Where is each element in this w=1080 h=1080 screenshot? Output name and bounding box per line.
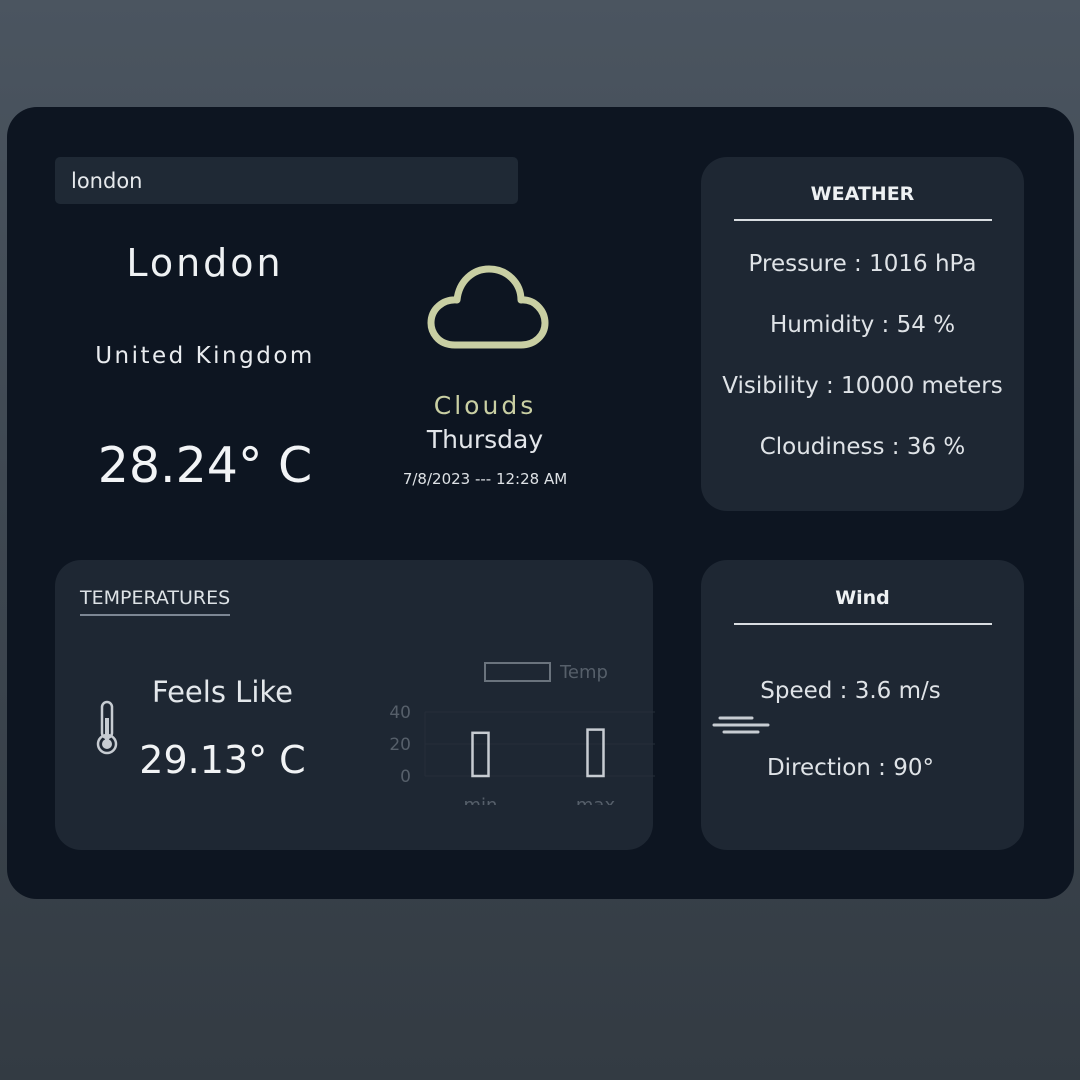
feels-like-label: Feels Like <box>152 675 293 709</box>
legend-label: Temp <box>559 662 608 683</box>
weather-condition: Clouds <box>433 391 537 420</box>
y-tick-label: 20 <box>389 735 411 755</box>
cloudiness-value: Cloudiness : 36 % <box>759 434 966 460</box>
visibility-value: Visibility : 10000 meters <box>722 373 1003 399</box>
y-tick-label: 40 <box>389 703 411 723</box>
wind-panel-divider <box>734 623 992 625</box>
weather-panel-divider <box>734 219 992 221</box>
bar-min <box>471 731 490 778</box>
y-tick-label: 0 <box>400 767 411 787</box>
weather-details-panel: WEATHER Pressure : 1016 hPa Humidity : 5… <box>701 157 1024 511</box>
wind-icon <box>712 716 770 734</box>
humidity-value: Humidity : 54 % <box>769 312 956 338</box>
search-input[interactable] <box>55 157 518 204</box>
x-tick-label: min <box>464 795 498 805</box>
bar-max <box>586 728 605 778</box>
temperatures-panel: TEMPERATURES Feels Like 29.13° C Temp 40 2… <box>55 560 655 850</box>
x-tick-label: max <box>576 795 616 805</box>
cloud-icon <box>427 265 549 349</box>
thermometer-icon <box>96 700 118 755</box>
feels-like-value: 29.13° C <box>139 738 306 782</box>
country-name: United Kingdom <box>95 343 315 369</box>
legend-swatch <box>484 662 551 682</box>
wind-speed-value: Speed : 3.6 m/s <box>760 678 941 704</box>
city-name: London <box>126 241 284 285</box>
current-temperature: 28.24° C <box>97 437 313 494</box>
wind-panel-title: Wind <box>835 587 890 609</box>
weather-panel-title: WEATHER <box>810 183 915 205</box>
temperatures-title: TEMPERATURES <box>80 587 231 616</box>
pressure-value: Pressure : 1016 hPa <box>748 251 977 277</box>
weather-app: London United Kingdom 28.24° C Clouds Th… <box>7 107 1074 899</box>
temperature-chart: Temp 40 20 0 min max <box>389 662 655 805</box>
date-time: 7/8/2023 --- 12:28 AM <box>402 470 568 488</box>
wind-panel: Wind Speed : 3.6 m/s Direction : 90° <box>701 560 1024 850</box>
wind-direction-value: Direction : 90° <box>766 755 935 781</box>
weekday: Thursday <box>426 425 544 454</box>
